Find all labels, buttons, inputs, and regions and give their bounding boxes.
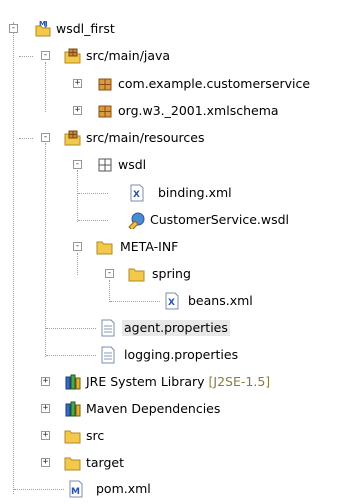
tree-item-label: CustomerService.wsdl	[150, 212, 290, 227]
tree-item-jre-system-library[interactable]: + JRE System Library [J2SE-1.5]	[0, 370, 363, 397]
tree-item-label: agent.properties	[122, 320, 230, 336]
wsdl-file-icon	[128, 211, 146, 231]
tree-item-label: src/main/java	[86, 48, 171, 63]
library-version-decoration: [J2SE-1.5]	[208, 374, 271, 389]
properties-file-icon	[99, 346, 117, 364]
collapse-toggle[interactable]: -	[41, 133, 50, 142]
tree-guide	[110, 301, 160, 302]
tree-item-maven-dependencies[interactable]: + Maven Dependencies	[0, 397, 363, 424]
folder-icon	[64, 454, 82, 472]
xml-file-icon: X	[163, 292, 181, 310]
tree-item-src-main-java[interactable]: - src/main/java	[0, 44, 363, 71]
svg-text:M: M	[71, 487, 80, 497]
expand-toggle[interactable]: +	[41, 458, 50, 467]
tree-item-wsdl-folder[interactable]: - wsdl	[0, 153, 363, 180]
svg-text:J: J	[44, 20, 48, 28]
tree-item-pom-xml[interactable]: M pom.xml	[0, 477, 363, 504]
source-folder-icon	[64, 47, 82, 65]
tree-item-label: wsdl	[118, 157, 147, 172]
expand-toggle[interactable]: +	[41, 431, 50, 440]
wsdl-folder-icon	[96, 156, 114, 174]
package-icon	[96, 75, 114, 93]
expand-toggle[interactable]: +	[73, 79, 82, 88]
tree-item-label: beans.xml	[188, 293, 253, 308]
tree-item-meta-inf[interactable]: - META-INF	[0, 235, 363, 262]
tree-item-agent-properties[interactable]: agent.properties	[0, 316, 363, 343]
properties-file-icon	[99, 319, 117, 337]
tree-item-label: spring	[152, 266, 191, 281]
tree-item-package-xmlschema[interactable]: + org.w3._2001.xmlschema	[0, 99, 363, 126]
tree-item-target[interactable]: + target	[0, 451, 363, 478]
tree-guide	[19, 138, 33, 139]
collapse-toggle[interactable]: -	[73, 160, 82, 169]
package-icon	[96, 102, 114, 120]
expand-toggle[interactable]: +	[41, 404, 50, 413]
maven-pom-icon: M	[67, 480, 85, 498]
folder-icon	[96, 238, 114, 256]
library-name: JRE System Library	[86, 374, 205, 389]
tree-item-label: META-INF	[120, 239, 179, 254]
tree-item-label: pom.xml	[96, 481, 151, 496]
collapse-toggle[interactable]: -	[9, 24, 18, 33]
tree-item-label: src/main/resources	[86, 130, 205, 145]
library-icon	[64, 373, 82, 391]
tree-item-src[interactable]: + src	[0, 424, 363, 451]
xml-file-icon: X	[128, 184, 146, 202]
collapse-toggle[interactable]: -	[41, 51, 50, 60]
tree-item-wsdl-first[interactable]: - M J wsdl_first	[0, 17, 363, 44]
project-explorer-tree: - M J wsdl_first - src/main/java + com.e…	[0, 0, 363, 501]
collapse-toggle[interactable]: -	[105, 269, 114, 278]
svg-text:X: X	[133, 190, 140, 200]
tree-item-beans-xml[interactable]: X beans.xml	[0, 289, 363, 316]
tree-item-label: com.example.customerservice	[118, 76, 311, 91]
tree-item-binding-xml[interactable]: X binding.xml	[0, 181, 363, 208]
tree-guide	[46, 355, 96, 356]
tree-item-label: JRE System Library [J2SE-1.5]	[86, 374, 270, 390]
tree-item-label: src	[86, 428, 105, 443]
tree-item-label: org.w3._2001.xmlschema	[118, 103, 279, 118]
tree-guide	[46, 328, 96, 329]
tree-item-src-main-resources[interactable]: - src/main/resources	[0, 126, 363, 153]
expand-toggle[interactable]: +	[41, 377, 50, 386]
tree-item-label: target	[86, 455, 125, 470]
tree-guide	[78, 220, 108, 221]
tree-guide	[14, 489, 64, 490]
tree-item-label: wsdl_first	[56, 21, 115, 36]
collapse-toggle[interactable]: -	[73, 242, 82, 251]
folder-icon	[64, 427, 82, 445]
tree-item-spring[interactable]: - spring	[0, 262, 363, 289]
library-icon	[64, 400, 82, 418]
tree-item-customerservice-wsdl[interactable]: CustomerService.wsdl	[0, 208, 363, 235]
svg-text:X: X	[168, 298, 175, 308]
source-folder-icon	[64, 129, 82, 147]
tree-item-label: logging.properties	[124, 347, 239, 362]
folder-icon	[128, 265, 146, 283]
tree-item-label: binding.xml	[158, 185, 232, 200]
tree-item-package-customerservice[interactable]: + com.example.customerservice	[0, 72, 363, 99]
tree-guide	[78, 193, 108, 194]
tree-item-logging-properties[interactable]: logging.properties	[0, 343, 363, 370]
tree-guide	[19, 56, 33, 57]
expand-toggle[interactable]: +	[73, 106, 82, 115]
tree-item-label: Maven Dependencies	[86, 401, 221, 416]
maven-project-icon: M J	[34, 20, 52, 38]
